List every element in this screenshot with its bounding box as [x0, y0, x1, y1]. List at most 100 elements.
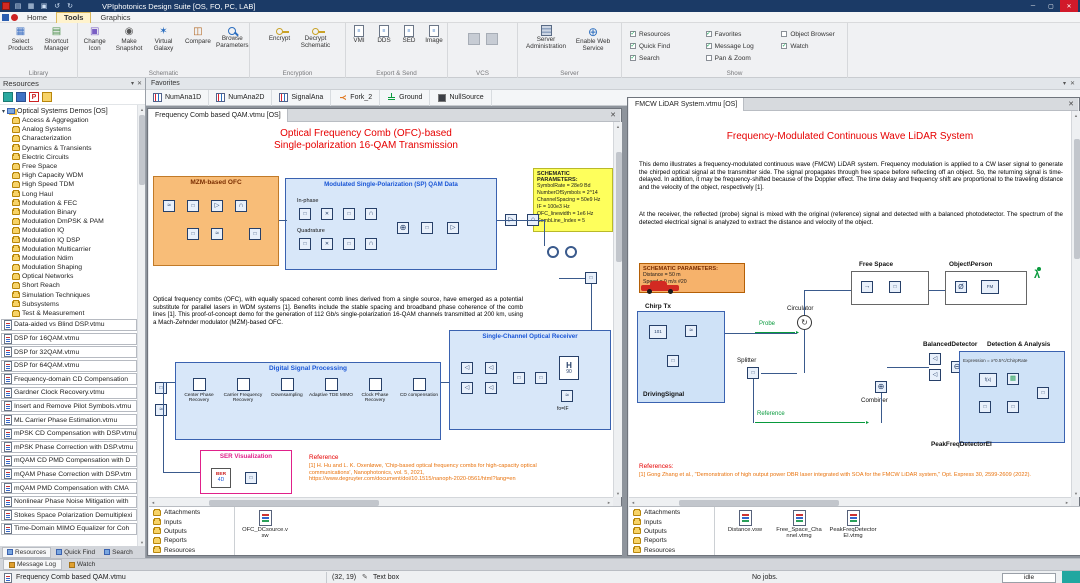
scroll-up-icon[interactable]: ▲ [614, 122, 622, 130]
close-icon[interactable]: ✕ [1070, 80, 1075, 87]
dsp-block[interactable]: Clock Phase Recovery [353, 378, 397, 404]
tree-folder-item[interactable]: Modulation DmPSK & PAM [0, 217, 138, 226]
vertical-scrollbar[interactable]: ▲ ▼ [613, 122, 622, 497]
menu-tab[interactable]: Graphics [93, 12, 137, 23]
tree-folder-item[interactable]: Test & Measurement [0, 309, 138, 318]
maximize-button[interactable]: ▢ [1042, 0, 1060, 12]
ribbon-button[interactable]: Compare [181, 25, 214, 53]
scroll-up-icon[interactable]: ▲ [138, 105, 146, 113]
show-toggle[interactable]: Quick Find [630, 40, 694, 52]
component-icon[interactable] [237, 378, 250, 391]
attachment-folder[interactable]: Resources [149, 546, 234, 555]
tree-folder-item[interactable]: Modulation IQ DSP [0, 235, 138, 244]
scrollbar-thumb[interactable] [679, 500, 839, 506]
bottom-panel-tab[interactable]: Message Log [3, 559, 62, 570]
tree-file-item[interactable]: Stokes Space Polarization Demultiplexi [0, 508, 138, 522]
circulator-icon[interactable] [797, 315, 812, 330]
component-icon[interactable] [365, 238, 377, 250]
component-icon[interactable] [1007, 401, 1019, 413]
attenuator-icon[interactable] [955, 281, 967, 293]
ribbon-button[interactable]: VMI [347, 25, 371, 45]
bit-source-icon[interactable]: 101 [649, 325, 667, 339]
ribbon-button[interactable]: Image [422, 25, 446, 45]
tree-file-item[interactable]: mQAM CD PMD Compensation with D [0, 454, 138, 468]
component-icon[interactable] [155, 382, 167, 394]
dsp-block[interactable]: Downsampling [265, 378, 309, 404]
tree-file-item[interactable]: mQAM Phase Correction with DSP.vtm [0, 468, 138, 482]
horizontal-scrollbar[interactable]: ◄ ► [629, 497, 1071, 506]
component-icon[interactable] [685, 325, 697, 337]
horizontal-scrollbar[interactable]: ◄ ► [149, 497, 613, 506]
fiber-loop-icon[interactable] [547, 246, 559, 258]
save-icon[interactable]: ▣ [39, 1, 49, 11]
component-icon[interactable] [369, 378, 382, 391]
scrollbar-thumb[interactable] [209, 500, 379, 506]
attachment-folder[interactable]: Attachments [629, 508, 714, 517]
document-tab[interactable]: FMCW LiDAR System.vtmu [OS] [629, 98, 744, 111]
favorite-item[interactable]: NullSource [430, 90, 491, 106]
tree-file-item[interactable]: mPSK CD Compensation with DSP.vtmu [0, 427, 138, 441]
tree-file-item[interactable]: DSP for 16QAM.vtmu [0, 332, 138, 346]
tree-file-item[interactable]: DSP for 64QAM.vtmu [0, 359, 138, 373]
attachment-folder[interactable]: Reports [149, 536, 234, 545]
photodiode-icon[interactable] [929, 369, 941, 381]
tree-folder-item[interactable]: Modulation Binary [0, 208, 138, 217]
dsp-block[interactable]: Center Phase Recovery [177, 378, 221, 404]
hybrid-90-icon[interactable]: H 90 [559, 356, 579, 380]
close-document-icon[interactable]: ✕ [1064, 100, 1078, 108]
attachment-folder[interactable]: Outputs [629, 527, 714, 536]
close-icon[interactable]: ✕ [137, 80, 142, 87]
tree-file-item[interactable]: Data-aided vs Blind DSP.vtmu [0, 318, 138, 332]
favorite-item[interactable]: Ground [380, 90, 430, 106]
attachment-folder[interactable]: Resources [629, 546, 714, 555]
tree-file-item[interactable]: ML Carrier Phase Estimation.vtmu [0, 413, 138, 427]
show-toggle[interactable]: Watch [781, 40, 845, 52]
component-icon[interactable] [1037, 387, 1049, 399]
tree-file-item[interactable]: Frequency-domain CD Compensation [0, 373, 138, 387]
tree-file-item[interactable]: mPSK Phase Correction with DSP.vtmu [0, 440, 138, 454]
favorite-item[interactable]: SignalAna [272, 90, 331, 106]
attachment-file[interactable]: OFC_DCsource.vsw [241, 510, 289, 540]
dsp-block[interactable]: CD compensation [397, 378, 441, 404]
library-icon[interactable] [16, 92, 26, 102]
tree-folder-item[interactable]: High Capacity WDM [0, 171, 138, 180]
sidebar-bottom-tab[interactable]: Quick Find [52, 548, 99, 557]
ribbon-button[interactable]: Change Icon [78, 25, 111, 53]
tree-folder-item[interactable]: Long Haul [0, 190, 138, 199]
application-menu-icon[interactable] [2, 14, 9, 21]
ribbon-button[interactable]: Server Administration [523, 25, 569, 53]
ribbon-button[interactable]: DDS [372, 25, 396, 45]
tree-folder-item[interactable]: Access & Aggregation [0, 116, 138, 125]
show-toggle[interactable]: Object Browser [781, 28, 845, 40]
ribbon-button[interactable]: Encrypt [262, 25, 297, 50]
component-icon[interactable] [365, 208, 377, 220]
attachment-file[interactable]: PeakFreqDetectorEl.vtmg [829, 510, 877, 540]
component-icon[interactable] [187, 228, 199, 240]
component-icon[interactable] [535, 372, 547, 384]
scroll-down-icon[interactable]: ▼ [138, 538, 146, 546]
ber-analyzer-icon[interactable]: BER 4D [211, 468, 231, 488]
attachment-folder[interactable]: Inputs [149, 517, 234, 526]
photodiode-icon[interactable] [461, 382, 473, 394]
show-toggle[interactable]: Search [630, 52, 694, 64]
component-icon[interactable] [447, 222, 459, 234]
component-icon[interactable] [163, 200, 175, 212]
products-icon[interactable]: P [29, 92, 39, 102]
minimize-button[interactable]: ─ [1024, 0, 1042, 12]
tree-folder-item[interactable]: Optical Networks [0, 272, 138, 281]
component-icon[interactable] [513, 372, 525, 384]
tree-file-item[interactable]: mQAM PMD Compensation with CMA [0, 481, 138, 495]
show-toggle[interactable]: Message Log [706, 40, 770, 52]
ribbon-button[interactable]: Decrypt Schematic [298, 25, 333, 50]
component-icon[interactable] [325, 378, 338, 391]
favorite-item[interactable]: NumAna2D [209, 90, 272, 106]
component-icon[interactable] [299, 208, 311, 220]
component-icon[interactable] [667, 355, 679, 367]
photodiode-icon[interactable] [929, 353, 941, 365]
ribbon-button[interactable]: Make Snapshot [112, 25, 145, 53]
ribbon-button[interactable]: Select Products [3, 25, 38, 53]
close-document-icon[interactable]: ✕ [606, 111, 620, 119]
tree-folder-item[interactable]: Characterization [0, 134, 138, 143]
sidebar-bottom-tab[interactable]: Resources [2, 547, 51, 558]
tree-folder-item[interactable]: Analog Systems [0, 125, 138, 134]
